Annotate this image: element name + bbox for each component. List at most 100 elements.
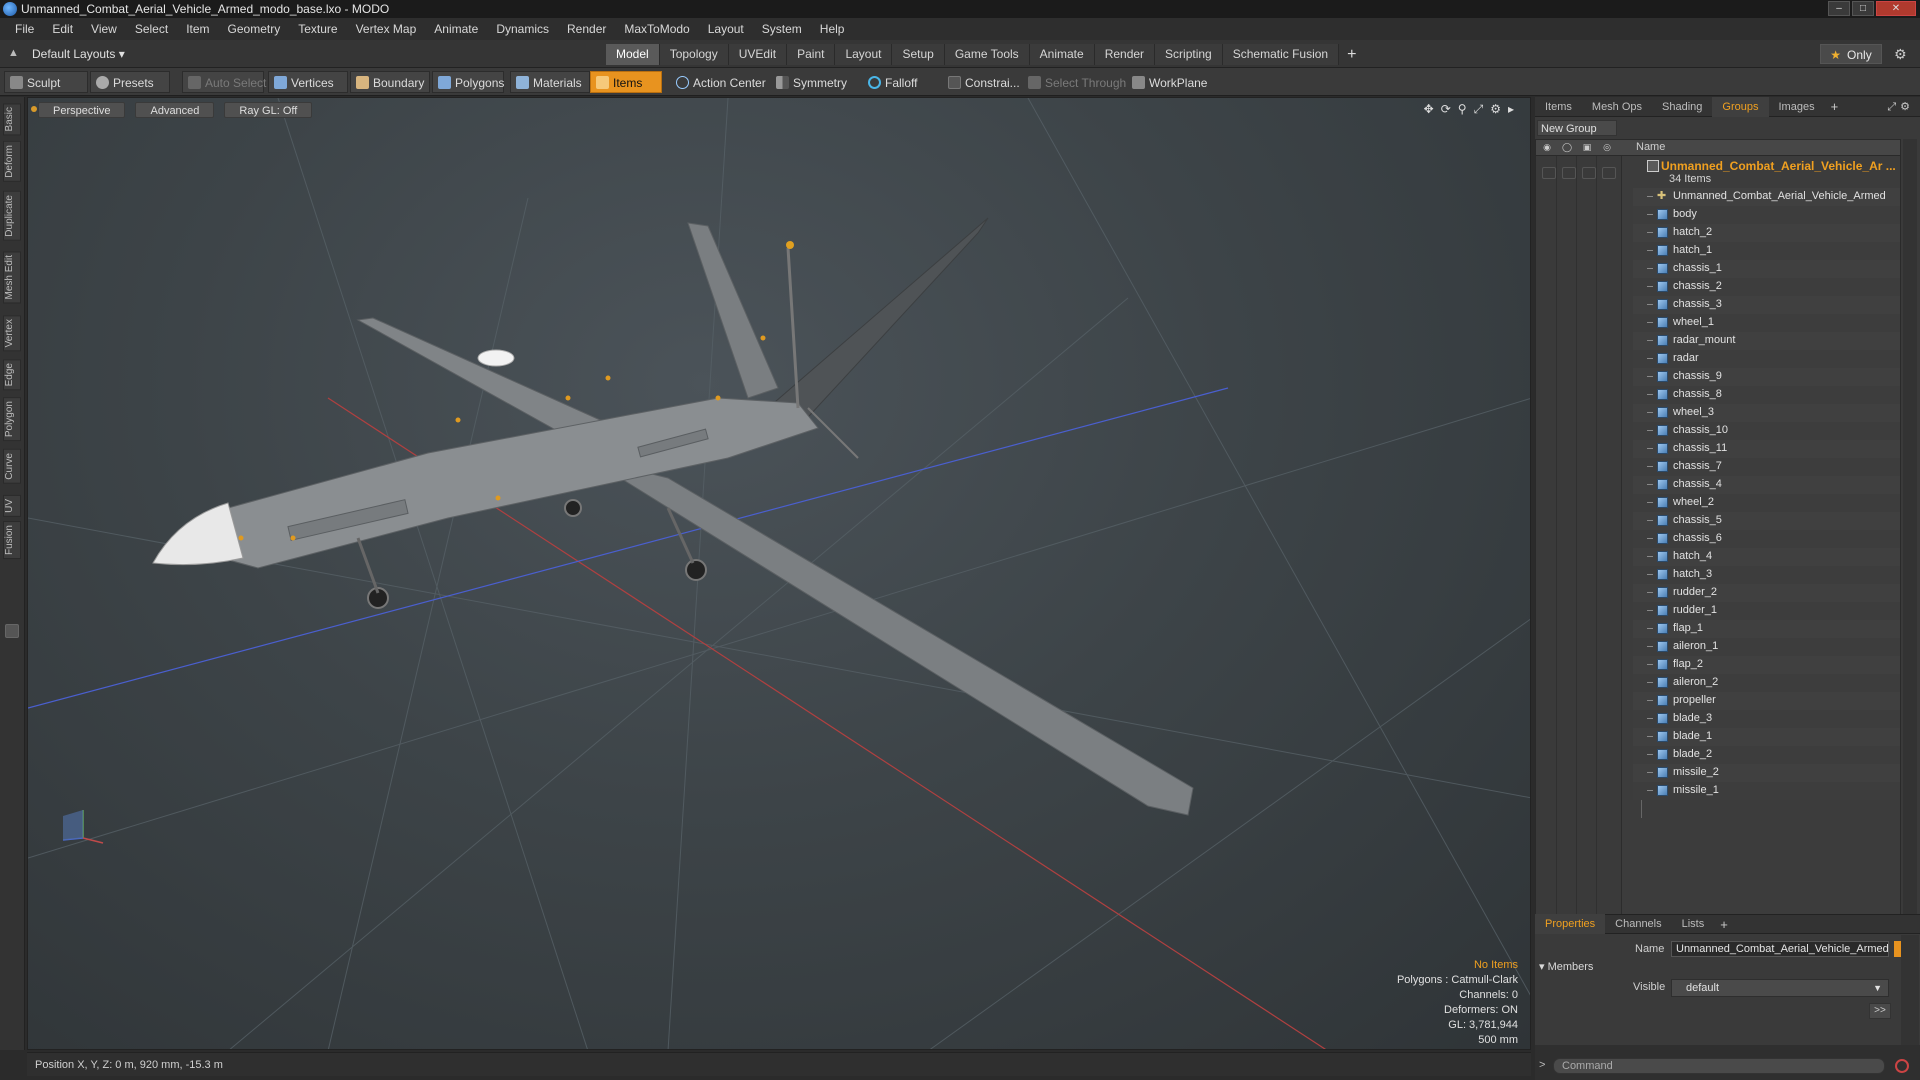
tab-vertex[interactable]: Vertex <box>3 315 21 352</box>
group-member-row[interactable]: hatch_2 <box>1536 224 1900 242</box>
group-member-row[interactable]: wheel_2 <box>1536 494 1900 512</box>
group-member-row[interactable]: blade_1 <box>1536 728 1900 746</box>
falloff-button[interactable]: Falloff <box>862 71 942 93</box>
menu-maxtomodo[interactable]: MaxToModo <box>615 18 698 40</box>
tab-layout[interactable]: Layout <box>835 44 893 65</box>
presets-button[interactable]: Presets <box>90 71 170 93</box>
layouts-dropdown[interactable]: Default Layouts ▾ <box>32 45 125 63</box>
tab-polygon[interactable]: Polygon <box>3 397 21 442</box>
layout-collapse-icon[interactable]: ▲ <box>8 47 20 59</box>
group-member-row[interactable]: ✚ Unmanned_Combat_Aerial_Vehicle_Armed <box>1536 188 1900 206</box>
symmetry-button[interactable]: Symmetry <box>770 71 856 93</box>
tab-edge[interactable]: Edge <box>3 359 21 391</box>
tab-mesh-ops[interactable]: Mesh Ops <box>1582 97 1652 117</box>
tab-properties[interactable]: Properties <box>1535 914 1606 934</box>
group-lock-toggle[interactable] <box>1582 167 1596 179</box>
add-panel-tab-button[interactable]: + <box>1825 99 1845 114</box>
action-center-button[interactable]: Action Center <box>670 71 770 93</box>
members-section[interactable]: ▾ Members <box>1539 959 1899 975</box>
group-member-row[interactable]: flap_1 <box>1536 620 1900 638</box>
new-group-button[interactable]: New Group <box>1537 120 1617 136</box>
group-member-row[interactable]: missile_1 <box>1536 782 1900 800</box>
tab-game-tools[interactable]: Game Tools <box>944 44 1030 65</box>
menu-vertex-map[interactable]: Vertex Map <box>347 18 426 40</box>
tab-lists[interactable]: Lists <box>1672 914 1715 934</box>
group-member-row[interactable]: aileron_2 <box>1536 674 1900 692</box>
tab-basic[interactable]: Basic <box>3 103 21 136</box>
tab-curve[interactable]: Curve <box>3 449 21 484</box>
group-member-row[interactable]: blade_3 <box>1536 710 1900 728</box>
tab-paint[interactable]: Paint <box>787 44 836 65</box>
group-render-toggle[interactable] <box>1562 167 1576 179</box>
menu-dynamics[interactable]: Dynamics <box>487 18 558 40</box>
group-member-row[interactable]: wheel_1 <box>1536 314 1900 332</box>
render-toggle-icon[interactable]: ◯ <box>1560 142 1574 154</box>
menu-texture[interactable]: Texture <box>289 18 346 40</box>
group-member-row[interactable]: hatch_1 <box>1536 242 1900 260</box>
close-button[interactable]: ✕ <box>1876 1 1916 16</box>
toggle-toolbox-button[interactable] <box>5 624 19 638</box>
group-member-row[interactable]: radar <box>1536 350 1900 368</box>
name-column-header[interactable]: Name <box>1636 141 1665 153</box>
workplane-button[interactable]: WorkPlane <box>1126 71 1210 93</box>
group-member-row[interactable]: blade_2 <box>1536 746 1900 764</box>
lock-icon[interactable]: ▣ <box>1580 142 1594 154</box>
menu-animate[interactable]: Animate <box>425 18 487 40</box>
tab-items[interactable]: Items <box>1535 97 1582 117</box>
items-button[interactable]: Items <box>590 71 662 93</box>
menu-help[interactable]: Help <box>811 18 854 40</box>
tab-channels[interactable]: Channels <box>1605 914 1671 934</box>
viewport-expand-icon[interactable]: ▸ <box>1508 102 1514 117</box>
add-properties-tab-button[interactable]: + <box>1714 917 1734 932</box>
command-input[interactable]: Command <box>1553 1058 1885 1074</box>
tab-schematic-fusion[interactable]: Schematic Fusion <box>1222 44 1340 65</box>
name-field[interactable]: Unmanned_Combat_Aerial_Vehicle_Armed ( <box>1671 941 1889 957</box>
group-member-row[interactable]: radar_mount <box>1536 332 1900 350</box>
panel-options-icon[interactable]: ⤢⚙ <box>1887 97 1914 117</box>
menu-select[interactable]: Select <box>126 18 177 40</box>
menu-system[interactable]: System <box>753 18 811 40</box>
gear-icon[interactable]: ⚙ <box>1894 46 1907 63</box>
polygons-button[interactable]: Polygons <box>432 71 504 93</box>
group-member-row[interactable]: chassis_7 <box>1536 458 1900 476</box>
menu-view[interactable]: View <box>82 18 126 40</box>
clear-command-icon[interactable] <box>1895 1059 1909 1073</box>
select-icon[interactable]: ◎ <box>1600 142 1614 154</box>
auto-select-button[interactable]: Auto Select <box>182 71 266 93</box>
tab-fusion[interactable]: Fusion <box>3 521 21 560</box>
viewport-settings-icon[interactable]: ⚙ <box>1490 102 1501 117</box>
group-member-row[interactable]: chassis_2 <box>1536 278 1900 296</box>
vertices-button[interactable]: Vertices <box>268 71 348 93</box>
only-button[interactable]: ★ Only <box>1820 44 1882 64</box>
zoom-view-icon[interactable]: ⚲ <box>1458 102 1467 117</box>
group-member-row[interactable]: aileron_1 <box>1536 638 1900 656</box>
constraints-button[interactable]: Constrai... <box>942 71 1024 93</box>
group-member-row[interactable]: chassis_4 <box>1536 476 1900 494</box>
tab-duplicate[interactable]: Duplicate <box>3 191 21 241</box>
move-view-icon[interactable]: ✥ <box>1424 102 1434 117</box>
add-layout-tab-button[interactable]: + <box>1339 44 1364 65</box>
rotate-view-icon[interactable]: ⟳ <box>1441 102 1451 117</box>
group-member-row[interactable]: wheel_3 <box>1536 404 1900 422</box>
tab-uvedit[interactable]: UVEdit <box>728 44 788 65</box>
tab-images[interactable]: Images <box>1769 97 1825 117</box>
shading-mode-button[interactable]: Advanced <box>135 102 215 118</box>
tab-animate[interactable]: Animate <box>1029 44 1095 65</box>
view-mode-button[interactable]: Perspective <box>38 102 126 118</box>
minimize-button[interactable]: – <box>1828 1 1850 16</box>
group-member-row[interactable]: chassis_8 <box>1536 386 1900 404</box>
tab-topology[interactable]: Topology <box>659 44 729 65</box>
group-member-row[interactable]: chassis_1 <box>1536 260 1900 278</box>
group-member-row[interactable]: body <box>1536 206 1900 224</box>
groups-list[interactable]: ◉ ◯ ▣ ◎ Name Unmanned_Combat_Aerial_Vehi… <box>1535 139 1901 929</box>
more-button[interactable]: >> <box>1869 1003 1891 1019</box>
groups-scrollbar[interactable] <box>1903 139 1917 929</box>
group-member-row[interactable]: missile_2 <box>1536 764 1900 782</box>
boundary-button[interactable]: Boundary <box>350 71 430 93</box>
maximize-button[interactable]: □ <box>1852 1 1874 16</box>
properties-side-tabs[interactable] <box>1901 935 1919 1045</box>
tab-groups[interactable]: Groups <box>1712 96 1769 117</box>
group-member-row[interactable]: propeller <box>1536 692 1900 710</box>
group-member-row[interactable]: flap_2 <box>1536 656 1900 674</box>
group-member-row[interactable]: chassis_10 <box>1536 422 1900 440</box>
